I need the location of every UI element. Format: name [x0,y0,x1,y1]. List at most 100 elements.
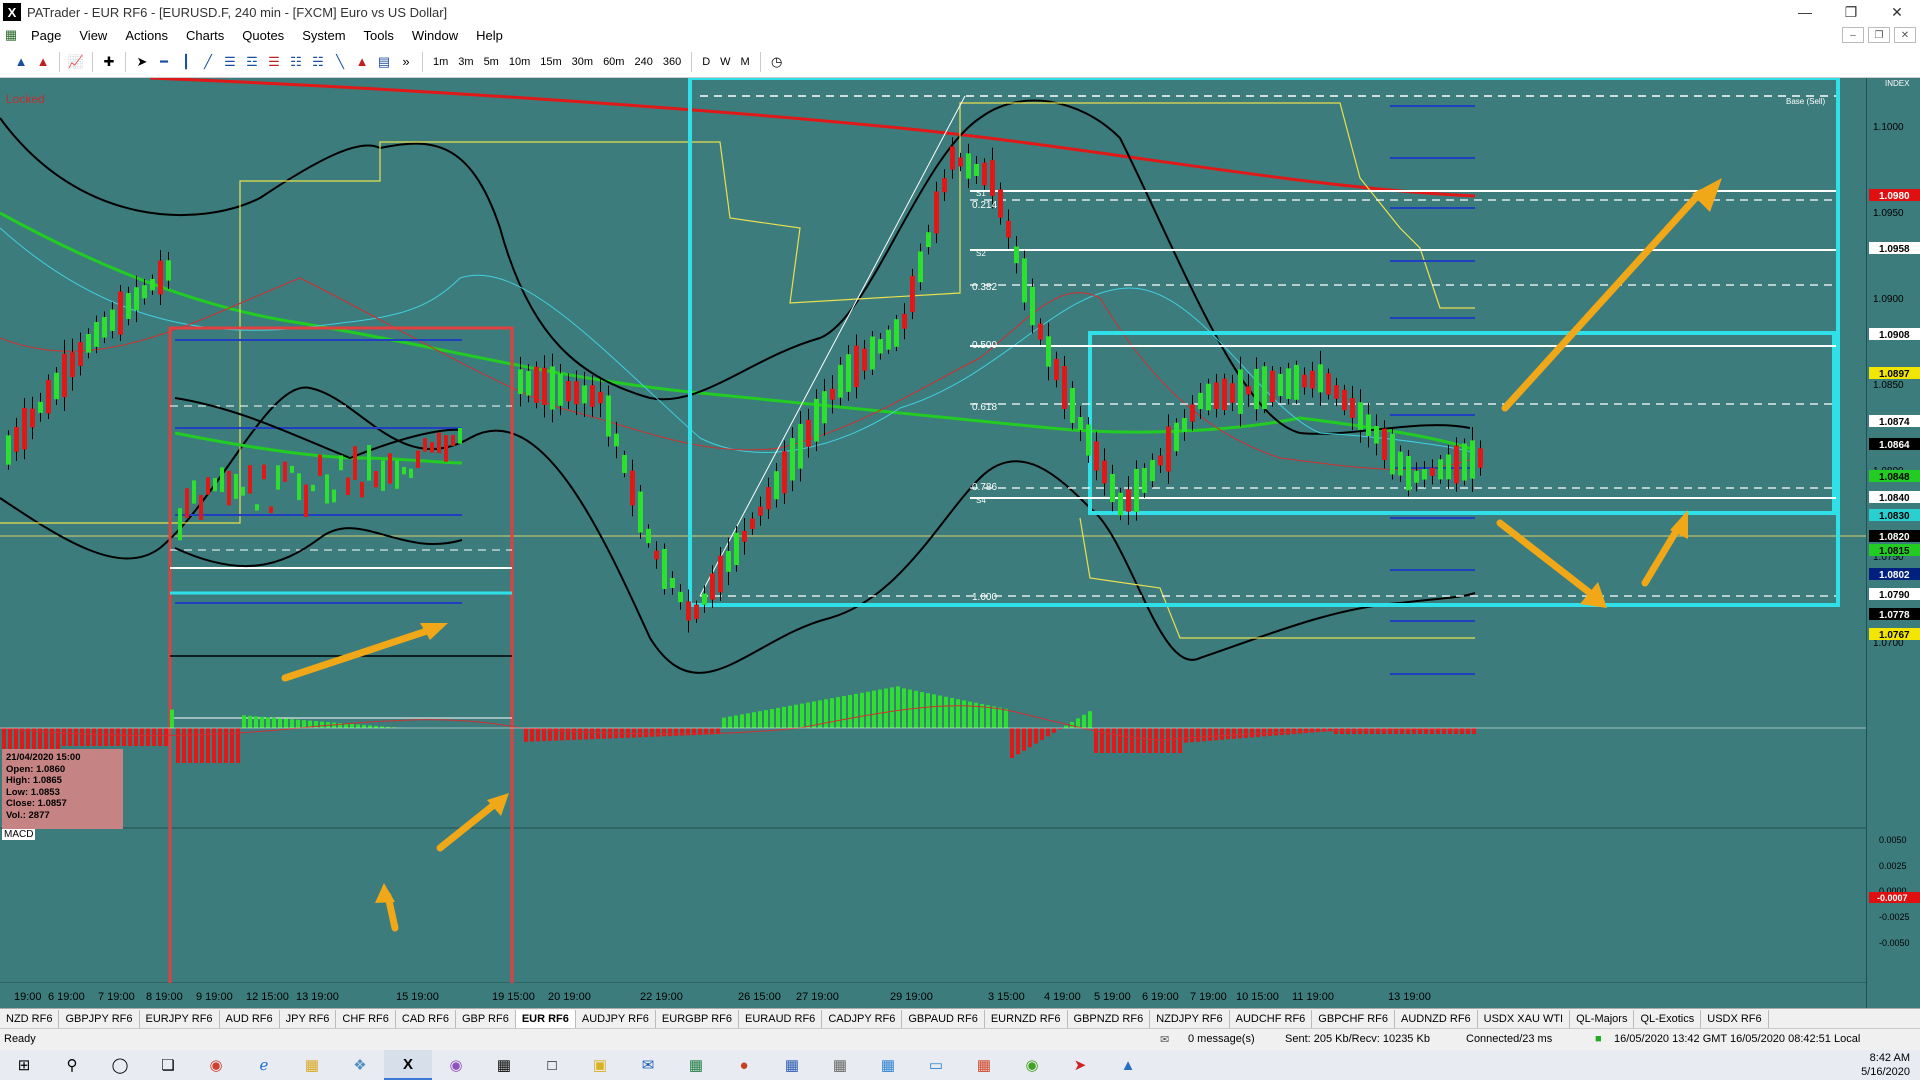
patrader-taskbar-icon[interactable]: X [384,1050,432,1080]
mdi-close-icon[interactable]: ✕ [1894,27,1916,43]
symbol-tab[interactable]: GBPAUD RF6 [902,1009,985,1028]
symbol-tab[interactable]: EURAUD RF6 [739,1009,823,1028]
menu-system[interactable]: System [293,28,354,43]
app-s-red-icon[interactable]: ▦ [960,1050,1008,1080]
notepad-icon[interactable]: □ [528,1050,576,1080]
outlook-icon[interactable]: ✉ [624,1050,672,1080]
symbol-tab[interactable]: NZDJPY RF6 [1150,1009,1230,1028]
symbol-tab[interactable]: AUDCHF RF6 [1230,1009,1313,1028]
symbol-tab[interactable]: AUDNZD RF6 [1395,1009,1478,1028]
timeframe-60m[interactable]: 60m [598,56,629,68]
mdi-minimize-icon[interactable]: – [1842,27,1864,43]
timeframe-1m[interactable]: 1m [428,56,453,68]
app-red-bird-icon[interactable]: ➤ [1056,1050,1104,1080]
symbol-tab[interactable]: USDX RF6 [1701,1009,1769,1028]
symbol-tab[interactable]: EURGBP RF6 [656,1009,740,1028]
timeframe-360[interactable]: 360 [658,56,686,68]
menu-view[interactable]: View [70,28,116,43]
app-s-blue-icon[interactable]: ▦ [864,1050,912,1080]
cursor-icon[interactable]: ➤ [131,52,153,72]
fibonacci-icon[interactable]: ☲ [241,52,263,72]
triangle-icon[interactable]: ▲ [351,52,373,72]
menu-charts[interactable]: Charts [177,28,233,43]
timeframe-15m[interactable]: 15m [535,56,566,68]
menu-quotes[interactable]: Quotes [233,28,293,43]
chart-panel[interactable]: 0.214 0.382 0.500 0.618 0.786 1.000 S1 S… [0,78,1920,1008]
zoom-in-icon[interactable]: ▲ [10,52,32,72]
excel-icon[interactable]: ▦ [672,1050,720,1080]
symbol-tab[interactable]: USDX XAU WTI [1478,1009,1571,1028]
price-tag-label: 1.0864 [1879,440,1910,451]
edge-icon[interactable]: ℯ [240,1050,288,1080]
fib-extension-icon[interactable]: ☰ [263,52,285,72]
page-icon[interactable]: ▦ [0,25,22,45]
andrews-pitchfork-icon[interactable]: ╲ [329,52,351,72]
timeframe-30m[interactable]: 30m [567,56,598,68]
trend-line-icon[interactable]: ╱ [197,52,219,72]
symbol-tab[interactable]: QL-Majors [1570,1009,1635,1028]
file-explorer-icon[interactable]: ▦ [288,1050,336,1080]
clock-icon[interactable]: ◷ [766,52,788,72]
app-monitor-icon[interactable]: ▭ [912,1050,960,1080]
menu-actions[interactable]: Actions [116,28,177,43]
symbol-tab[interactable]: EURJPY RF6 [140,1009,220,1028]
timeframe-3m[interactable]: 3m [453,56,478,68]
symbol-tab[interactable]: GBP RF6 [456,1009,516,1028]
timeframe-weekly[interactable]: W [715,56,735,68]
cycle-lines-icon[interactable]: ☵ [307,52,329,72]
menu-help[interactable]: Help [467,28,512,43]
symbol-tab[interactable]: GBPCHF RF6 [1312,1009,1395,1028]
menu-tools[interactable]: Tools [355,28,403,43]
app-shell-icon[interactable]: ❖ [336,1050,384,1080]
gann-fan-icon[interactable]: ☷ [285,52,307,72]
powerpoint-icon[interactable]: ● [720,1050,768,1080]
app-green-icon[interactable]: ◉ [1008,1050,1056,1080]
start-icon[interactable]: ⊞ [0,1050,48,1080]
timeframe-10m[interactable]: 10m [504,56,535,68]
symbol-tab[interactable]: EURNZD RF6 [985,1009,1068,1028]
price-chart[interactable]: 0.214 0.382 0.500 0.618 0.786 1.000 S1 S… [0,78,1866,1008]
symbol-tab[interactable]: JPY RF6 [280,1009,337,1028]
horizontal-line-icon[interactable]: ━ [153,52,175,72]
chart-type-icon[interactable]: 📈 [65,52,87,72]
symbol-tab[interactable]: AUDJPY RF6 [576,1009,656,1028]
symbol-tab[interactable]: GBPJPY RF6 [59,1009,140,1028]
symbol-tab[interactable]: CHF RF6 [336,1009,396,1028]
clock[interactable]: 8:42 AM 5/16/2020 [1861,1051,1910,1079]
menu-page[interactable]: Page [22,28,70,43]
inset-candle-body [283,461,287,482]
symbol-tab[interactable]: GBPNZD RF6 [1068,1009,1151,1028]
mdi-restore-icon[interactable]: ❐ [1868,27,1890,43]
close-icon[interactable]: ✕ [1874,0,1920,24]
sticky-notes-icon[interactable]: ▣ [576,1050,624,1080]
channel-icon[interactable]: ☰ [219,52,241,72]
app-gray-icon[interactable]: ▦ [816,1050,864,1080]
cortana-icon[interactable]: ◯ [96,1050,144,1080]
chrome-icon[interactable]: ◉ [192,1050,240,1080]
symbol-tab[interactable]: AUD RF6 [220,1009,280,1028]
timeframe-5m[interactable]: 5m [479,56,504,68]
timeframe-daily[interactable]: D [697,56,715,68]
timeframe-240[interactable]: 240 [629,56,657,68]
zoom-out-icon[interactable]: ▲ [32,52,54,72]
app-purple-icon[interactable]: ◉ [432,1050,480,1080]
restore-icon[interactable]: ❐ [1828,0,1874,24]
photos-icon[interactable]: ▲ [1104,1050,1152,1080]
symbol-tab[interactable]: NZD RF6 [0,1009,60,1028]
calculator-icon[interactable]: ▦ [480,1050,528,1080]
minimize-icon[interactable]: — [1782,0,1828,24]
crosshair-icon[interactable]: ✚ [98,52,120,72]
symbol-tab[interactable]: EUR RF6 [515,1009,576,1028]
timeframe-monthly[interactable]: M [736,56,755,68]
symbol-tab[interactable]: CAD RF6 [396,1009,456,1028]
search-icon[interactable]: ⚲ [48,1050,96,1080]
price-axis[interactable]: 1.10001.09501.09001.08501.08001.07501.07… [1866,78,1920,1008]
task-view-icon[interactable]: ❏ [144,1050,192,1080]
text-tool-icon[interactable]: ▤ [373,52,395,72]
more-tools-icon[interactable]: » [395,52,417,72]
word-icon[interactable]: ▦ [768,1050,816,1080]
symbol-tab[interactable]: CADJPY RF6 [822,1009,903,1028]
menu-window[interactable]: Window [403,28,467,43]
symbol-tab[interactable]: QL-Exotics [1634,1009,1702,1028]
vertical-line-icon[interactable]: ┃ [175,52,197,72]
